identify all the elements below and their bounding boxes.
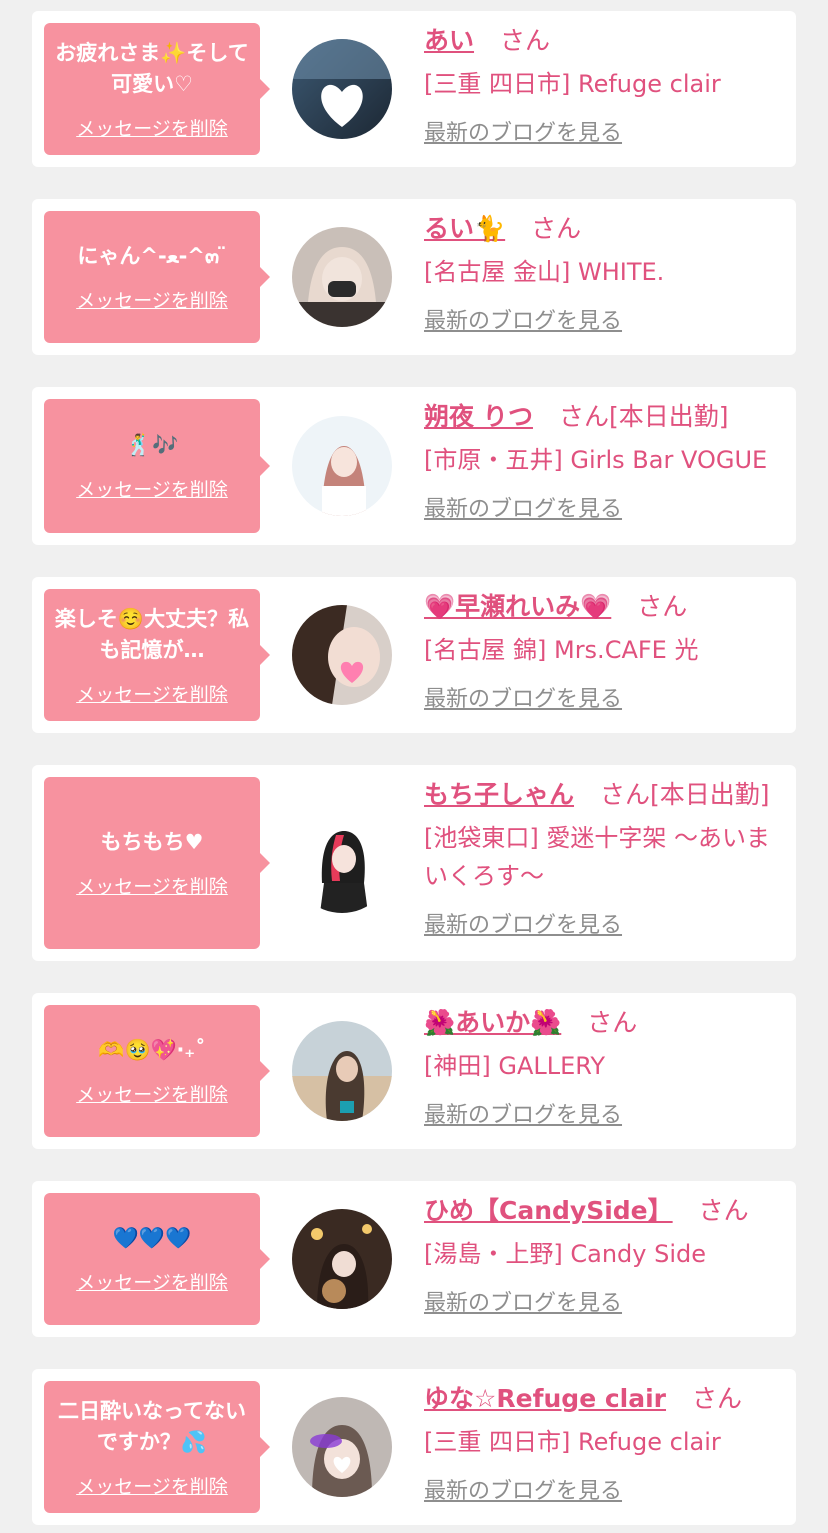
latest-blog-link[interactable]: 最新のブログを見る [424, 303, 622, 335]
message-bubble: 🕺🎶 メッセージを削除 [44, 399, 270, 533]
message-text: もちもち♥ [100, 830, 204, 854]
shop-label: [湯島・上野] Candy Side [424, 1240, 706, 1268]
message-bubble: お疲れさま✨そして可愛い♡ メッセージを削除 [44, 23, 270, 155]
cast-name-link[interactable]: あい [424, 26, 474, 55]
shop-label: [市原・五井] Girls Bar VOGUE [424, 446, 768, 474]
san-suffix: さん [698, 1196, 749, 1225]
cast-info: あい さん [三重 四日市] Refuge clair 最新のブログを見る [424, 23, 784, 147]
san-suffix: さん [531, 214, 582, 243]
cast-name-link[interactable]: ひめ【CandySide】 [424, 1196, 673, 1225]
cast-name-link[interactable]: 🌺あいか🌺 [424, 1008, 561, 1037]
cast-info: ひめ【CandySide】 さん [湯島・上野] Candy Side 最新のブロ… [424, 1193, 784, 1317]
cast-name-link[interactable]: もち子しゃん [424, 780, 574, 809]
cast-info: 🌺あいか🌺 さん [神田] GALLERY 最新のブログを見る [424, 1005, 784, 1129]
latest-blog-link[interactable]: 最新のブログを見る [424, 115, 622, 147]
cast-name-link[interactable]: 💗早瀬れいみ💗 [424, 592, 611, 621]
avatar[interactable] [292, 1397, 392, 1497]
latest-blog-link[interactable]: 最新のブログを見る [424, 681, 622, 713]
cast-name-link[interactable]: ゆな☆Refuge clair [424, 1384, 666, 1413]
cast-info: 朔夜 りつ さん[本日出勤] [市原・五井] Girls Bar VOGUE 最新… [424, 399, 784, 523]
latest-blog-link[interactable]: 最新のブログを見る [424, 1285, 622, 1317]
shop-label: [神田] GALLERY [424, 1052, 606, 1080]
message-text: 💙💙💙 [112, 1226, 192, 1250]
latest-blog-link[interactable]: 最新のブログを見る [424, 491, 622, 523]
shop-label: [名古屋 錦] Mrs.CAFE 光 [424, 636, 699, 664]
latest-blog-link[interactable]: 最新のブログを見る [424, 1097, 622, 1129]
latest-blog-link[interactable]: 最新のブログを見る [424, 907, 622, 939]
delete-message-link[interactable]: メッセージを削除 [76, 872, 228, 899]
cast-info: るい🐈 さん [名古屋 金山] WHITE. 最新のブログを見る [424, 211, 784, 335]
shop-label: [名古屋 金山] WHITE. [424, 258, 665, 286]
san-suffix: さん [692, 1384, 743, 1413]
san-suffix: さん [587, 1008, 638, 1037]
delete-message-link[interactable]: メッセージを削除 [76, 475, 228, 502]
san-suffix: さん [600, 780, 651, 809]
status-text: [本日出勤] [650, 780, 770, 809]
message-bubble: もちもち♥ メッセージを削除 [44, 777, 270, 949]
avatar[interactable] [292, 1209, 392, 1309]
message-card: 二日酔いなってないですか？💦 メッセージを削除 ゆな☆Refuge clair さ… [32, 1369, 796, 1525]
cast-name-link[interactable]: るい🐈 [424, 214, 505, 243]
message-text: にゃん^-ﻌ-^๓ ̈ [77, 244, 227, 268]
status-text: [本日出勤] [608, 402, 729, 431]
shop-label: [三重 四日市] Refuge clair [424, 70, 721, 98]
message-text: 楽しそ☺️大丈夫？私も記憶が… [54, 606, 250, 662]
cast-name-link[interactable]: 朔夜 りつ [424, 402, 533, 431]
avatar[interactable] [292, 813, 392, 913]
delete-message-link[interactable]: メッセージを削除 [76, 1080, 228, 1107]
san-suffix: さん [637, 592, 688, 621]
message-card: 🫶🥹💖‧₊˚ メッセージを削除 🌺あいか🌺 さん [神田] GALLERY 最新の… [32, 993, 796, 1149]
san-suffix: さん [500, 26, 551, 55]
message-card: 💙💙💙 メッセージを削除 ひめ【CandySide】 さん [湯島・上野] Can… [32, 1181, 796, 1337]
delete-message-link[interactable]: メッセージを削除 [76, 286, 228, 313]
latest-blog-link[interactable]: 最新のブログを見る [424, 1473, 622, 1505]
message-text: 🫶🥹💖‧₊˚ [98, 1038, 206, 1062]
shop-label: [池袋東口] 愛迷十字架 〜あいまいくろす〜 [424, 824, 770, 890]
message-bubble: にゃん^-ﻌ-^๓ ̈ メッセージを削除 [44, 211, 270, 343]
message-bubble: 🫶🥹💖‧₊˚ メッセージを削除 [44, 1005, 270, 1137]
message-card: にゃん^-ﻌ-^๓ ̈ メッセージを削除 るい🐈 さん [名古屋 金山] WHIT… [32, 199, 796, 355]
delete-message-link[interactable]: メッセージを削除 [76, 1268, 228, 1295]
message-card: 🕺🎶 メッセージを削除 朔夜 りつ さん[本日出勤] [市原・五井] Girls … [32, 387, 796, 545]
message-card: お疲れさま✨そして可愛い♡ メッセージを削除 あい さん [三重 四日市] Ref… [32, 11, 796, 167]
avatar[interactable] [292, 416, 392, 516]
message-text: 二日酔いなってないですか？💦 [58, 1398, 246, 1454]
message-card: もちもち♥ メッセージを削除 もち子しゃん さん[本日出勤] [池袋東口] 愛迷十… [32, 765, 796, 961]
avatar[interactable] [292, 227, 392, 327]
shop-label: [三重 四日市] Refuge clair [424, 1428, 721, 1456]
cast-info: ゆな☆Refuge clair さん [三重 四日市] Refuge clair … [424, 1381, 784, 1505]
cast-info: 💗早瀬れいみ💗 さん [名古屋 錦] Mrs.CAFE 光 最新のブログを見る [424, 589, 784, 713]
delete-message-link[interactable]: メッセージを削除 [76, 114, 228, 141]
avatar[interactable] [292, 39, 392, 139]
message-card: 楽しそ☺️大丈夫？私も記憶が… メッセージを削除 💗早瀬れいみ💗 さん [名古屋 … [32, 577, 796, 733]
avatar[interactable] [292, 1021, 392, 1121]
cast-info: もち子しゃん さん[本日出勤] [池袋東口] 愛迷十字架 〜あいまいくろす〜 最新… [424, 777, 784, 939]
message-text: お疲れさま✨そして可愛い♡ [55, 40, 249, 96]
delete-message-link[interactable]: メッセージを削除 [76, 680, 228, 707]
message-bubble: 楽しそ☺️大丈夫？私も記憶が… メッセージを削除 [44, 589, 270, 721]
message-text: 🕺🎶 [125, 433, 179, 457]
message-bubble: 二日酔いなってないですか？💦 メッセージを削除 [44, 1381, 270, 1513]
avatar[interactable] [292, 605, 392, 705]
san-suffix: さん [558, 402, 609, 431]
delete-message-link[interactable]: メッセージを削除 [76, 1472, 228, 1499]
message-bubble: 💙💙💙 メッセージを削除 [44, 1193, 270, 1325]
